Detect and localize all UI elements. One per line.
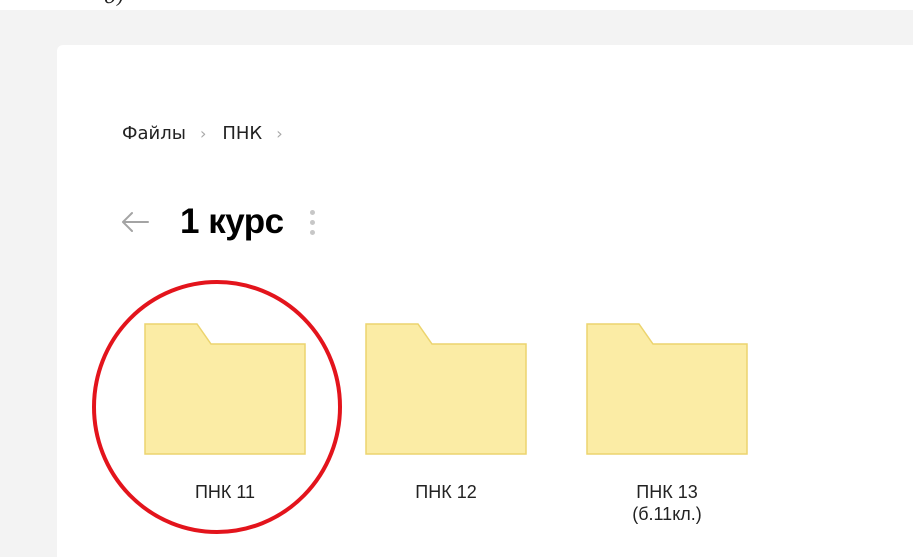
title-row: 1 курс <box>118 198 318 246</box>
arrow-left-icon[interactable] <box>118 205 152 239</box>
folder-icon <box>365 323 527 455</box>
folder-label: ПНК 12 <box>415 482 477 502</box>
folder-label: ПНК 13 (б.11кл.) <box>632 482 702 524</box>
breadcrumb-separator-icon: › <box>199 124 207 143</box>
breadcrumb-item-pnk[interactable]: ПНК <box>222 122 262 146</box>
folder-item[interactable]: ПНК 11 <box>135 322 315 503</box>
more-vertical-icon[interactable] <box>308 202 318 242</box>
breadcrumb-separator-icon: › <box>276 124 283 143</box>
page-fragment-text: д) <box>104 0 124 6</box>
folder-item[interactable]: ПНК 12 <box>356 322 536 503</box>
folder-icon <box>144 323 306 455</box>
breadcrumb: Файлы › ПНК › <box>122 122 299 146</box>
page-title: 1 курс <box>180 202 284 241</box>
folder-label: ПНК 11 <box>194 482 256 502</box>
folder-item[interactable]: ПНК 13 (б.11кл.) <box>577 322 757 525</box>
folder-icon <box>586 323 748 455</box>
breadcrumb-item-files[interactable]: Файлы <box>122 122 186 146</box>
